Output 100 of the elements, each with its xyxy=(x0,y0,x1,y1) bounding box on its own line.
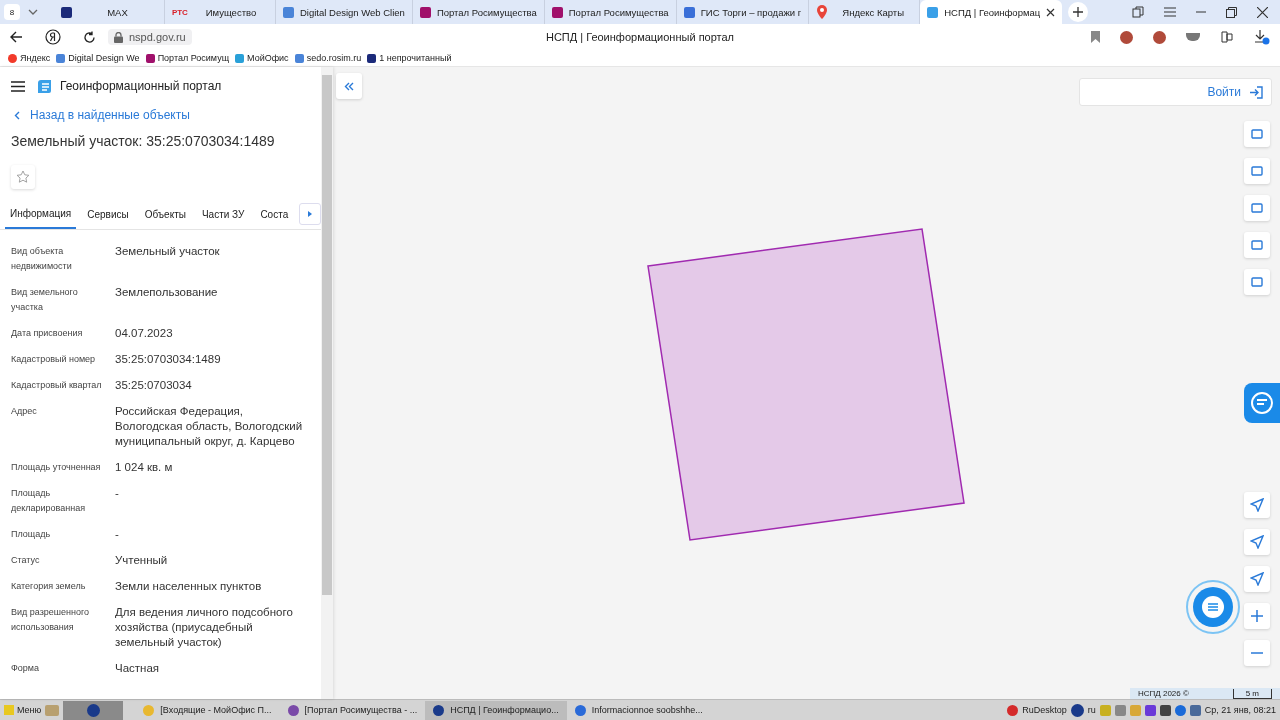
field-value: Землепользование xyxy=(115,285,219,300)
info-tab[interactable]: Сервисы xyxy=(82,199,134,229)
tray-app-icon[interactable] xyxy=(1144,704,1156,716)
field-value: 1 024 кв. м xyxy=(115,460,174,475)
bookmark-link[interactable]: sedo.rosim.ru xyxy=(294,53,362,63)
field-label: Вид земельного участка xyxy=(11,286,79,314)
bookmark-link[interactable]: 1 непрочитанный xyxy=(367,53,452,63)
field-label: Статус xyxy=(11,554,41,567)
field-label: Категория земель xyxy=(11,580,87,593)
browser-tray-icon[interactable] xyxy=(1070,703,1084,717)
chat-icon xyxy=(1251,392,1273,414)
chevron-down-icon[interactable] xyxy=(28,9,38,15)
favicon-icon xyxy=(283,6,294,18)
collapse-panel-button[interactable] xyxy=(336,73,362,99)
bookmark-link[interactable]: МойОфис xyxy=(235,53,289,63)
field-value: Земельный участок xyxy=(115,244,221,259)
extension-icon[interactable] xyxy=(1120,30,1133,44)
field-value: - xyxy=(115,527,120,542)
info-tab[interactable]: Соста xyxy=(255,199,294,229)
close-icon[interactable] xyxy=(1046,7,1056,17)
field-value: Учтенный xyxy=(115,553,169,568)
favicon-icon xyxy=(551,6,563,18)
taskbar-window-button[interactable]: НСПД | Геоинформацио... xyxy=(425,700,567,720)
tray-app-label: RuDesktop xyxy=(1022,705,1067,715)
chevron-left-icon xyxy=(14,110,20,120)
scrollbar[interactable] xyxy=(321,67,333,699)
plus-icon xyxy=(1073,7,1084,17)
double-chevron-left-icon xyxy=(344,81,354,91)
bookmark-link[interactable]: Digital Design We xyxy=(56,53,140,63)
favicon-icon xyxy=(61,6,72,18)
info-tab[interactable]: Объекты xyxy=(139,199,191,229)
field-value: Российская Федерация, Вологодская область, Вологодский муниципальный округ, д. Карцево xyxy=(115,404,304,449)
start-menu-button[interactable]: Меню xyxy=(0,705,46,715)
address-field[interactable]: nspd.gov.ru xyxy=(108,29,192,45)
map-area[interactable]: Войти НСПД 2026 © 5 m xyxy=(333,67,1280,699)
download-icon[interactable] xyxy=(1254,29,1270,45)
field-label: Адрес xyxy=(11,405,38,418)
field-label: Вид разрешенного использования xyxy=(11,606,91,634)
tab-count-button[interactable]: 8 xyxy=(4,4,20,20)
field-value: 04.07.2023 xyxy=(115,326,174,341)
back-link[interactable]: Назад в найденные объекты xyxy=(14,105,321,125)
field-label: Вид объекта недвижимости xyxy=(11,245,73,273)
map-scale: 5 m xyxy=(1232,688,1272,699)
favicon-icon xyxy=(419,6,431,18)
field-label: Кадастровый номер xyxy=(11,353,97,366)
pin-icon xyxy=(816,5,829,19)
clock: Ср, 21 янв, 08:21 xyxy=(1204,705,1276,715)
bookmark-link[interactable]: Портал Росимущ xyxy=(145,53,230,63)
bookmark-icon[interactable] xyxy=(1091,31,1100,43)
land-parcel-polygon[interactable] xyxy=(647,228,965,541)
info-tab[interactable]: Части ЗУ xyxy=(196,199,250,229)
field-label: Форма xyxy=(11,662,41,675)
new-tab-button[interactable] xyxy=(1068,2,1089,22)
field-value: - xyxy=(115,486,120,501)
login-icon xyxy=(1249,85,1263,99)
field-label: Площадь декларированная xyxy=(11,487,87,515)
login-button[interactable]: Войти xyxy=(1079,78,1272,106)
field-label: Площадь xyxy=(11,528,52,541)
field-label: Дата присвоения xyxy=(11,327,84,340)
menu-icon[interactable] xyxy=(11,80,25,92)
close-icon[interactable] xyxy=(1257,6,1268,18)
browser-taskbar-button[interactable] xyxy=(63,700,124,720)
object-title: Земельный участок: 35:25:0703034:1489 xyxy=(11,133,276,151)
extension-icon[interactable] xyxy=(1186,33,1200,41)
favicon-icon xyxy=(683,6,695,18)
map-copyright: НСПД 2026 © xyxy=(1138,689,1189,698)
copy-icon[interactable] xyxy=(1132,6,1144,18)
taskbar-window-button[interactable]: [Входящие - МойОфис П... xyxy=(135,700,280,720)
field-value: Земли населенных пунктов xyxy=(115,579,263,594)
page-title: НСПД | Геоинформационный портал xyxy=(545,31,735,43)
browser-logo-icon[interactable] xyxy=(45,29,61,45)
taskbar-window-button[interactable]: Informacionnoe soobshhe... xyxy=(566,700,711,720)
info-tab[interactable]: Информация xyxy=(5,199,77,229)
bookmark-link[interactable]: Яндекс xyxy=(8,53,51,63)
zoom-out-icon[interactable] xyxy=(1244,640,1270,666)
caret-right-icon xyxy=(308,211,313,217)
field-value: Для ведения личного подсобного хозяйства (приусадебный земельный участок) xyxy=(115,605,294,650)
field-value: 35:25:0703034 xyxy=(115,378,193,393)
restore-icon[interactable] xyxy=(1226,6,1237,18)
star-icon xyxy=(16,170,30,184)
reload-icon[interactable] xyxy=(83,30,96,44)
back-arrow-icon[interactable] xyxy=(10,31,23,43)
chat-button[interactable] xyxy=(1185,579,1241,635)
lock-icon xyxy=(114,31,123,43)
field-value: 35:25:0703034:1489 xyxy=(115,352,222,367)
field-value: Частная xyxy=(115,661,161,676)
portal-logo-icon xyxy=(37,78,52,94)
portal-title: Геоинформационный портал xyxy=(60,79,222,93)
zoom-in-icon[interactable] xyxy=(1244,603,1270,629)
browser-tab[interactable]: НСПД | Геоинформац xyxy=(920,0,1063,24)
favicon-icon xyxy=(927,6,939,18)
favicon-text: РТС xyxy=(172,7,188,17)
keyboard-layout[interactable]: ru xyxy=(1087,705,1096,715)
rudesktop-icon[interactable] xyxy=(1007,704,1019,716)
extension-icon[interactable] xyxy=(1153,30,1166,44)
scroll-right-button[interactable] xyxy=(299,203,321,225)
field-label: Площадь уточненная xyxy=(11,461,102,474)
field-label: Кадастровый квартал xyxy=(11,379,103,392)
taskbar-window-button[interactable]: [Портал Росимущества - ... xyxy=(279,700,426,720)
chat-widget-button[interactable] xyxy=(1244,383,1280,423)
